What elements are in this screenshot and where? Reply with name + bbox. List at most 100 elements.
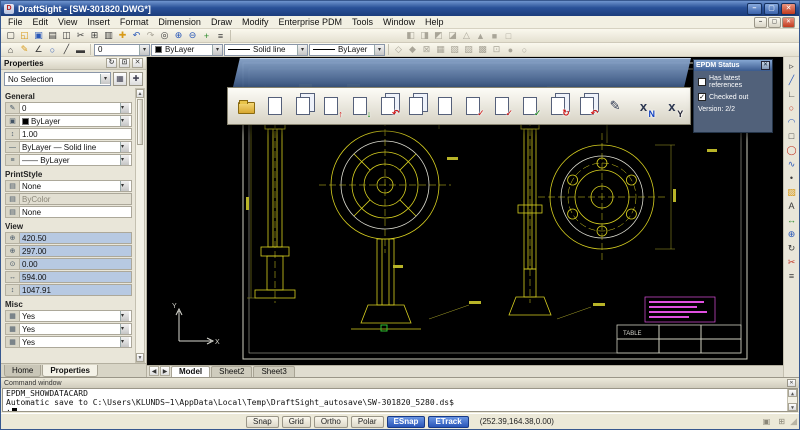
view-front-icon[interactable]: ▲ bbox=[474, 30, 487, 42]
command-scrollbar[interactable]: ▲ ▼ bbox=[787, 389, 797, 411]
include-icon[interactable]: x Y bbox=[659, 91, 684, 121]
panel-close-icon[interactable]: ✕ bbox=[132, 58, 143, 68]
view-hidden-icon[interactable]: ◩ bbox=[432, 30, 445, 42]
save-icon[interactable]: ▣ bbox=[32, 30, 45, 42]
layers-manager-icon[interactable]: ⌂ bbox=[4, 44, 17, 56]
menu-item[interactable]: Help bbox=[420, 17, 449, 27]
scroll-down-icon[interactable]: ▼ bbox=[788, 403, 797, 411]
line-style-combo[interactable]: Solid line bbox=[224, 44, 308, 56]
scrollbar-thumb[interactable] bbox=[137, 99, 143, 145]
command-window-titlebar[interactable]: Command window bbox=[1, 378, 799, 388]
refresh-file-icon[interactable]: ↻ bbox=[546, 91, 571, 121]
property-row[interactable]: ↕ 1047.91 bbox=[5, 284, 132, 296]
angle-tool-icon[interactable]: ∠ bbox=[32, 44, 45, 56]
move-icon[interactable]: ⊕ bbox=[785, 228, 798, 240]
copy-document-icon[interactable] bbox=[290, 91, 315, 121]
dropdown-arrow-icon[interactable] bbox=[120, 337, 129, 347]
property-row[interactable]: ▤ None bbox=[5, 180, 132, 192]
hatch-icon[interactable]: ▨ bbox=[785, 186, 798, 198]
spline-icon[interactable]: ∿ bbox=[785, 158, 798, 170]
properties-toggle-icon[interactable]: ≡ bbox=[214, 30, 227, 42]
open-icon[interactable]: ◱ bbox=[18, 30, 31, 42]
property-value-field[interactable]: 1.00 bbox=[20, 128, 132, 140]
command-close-button[interactable] bbox=[787, 379, 796, 387]
text-icon[interactable]: A bbox=[785, 200, 798, 212]
property-row[interactable]: ▤ None bbox=[5, 206, 132, 218]
layer-combo[interactable]: 0 bbox=[94, 44, 150, 56]
layer-edit-icon[interactable]: ✎ bbox=[18, 44, 31, 56]
property-value-field[interactable]: ByLayer — Solid line bbox=[20, 141, 132, 153]
etrack-toggle[interactable]: ETrack bbox=[428, 416, 468, 428]
menu-item[interactable]: Modify bbox=[237, 17, 274, 27]
property-value-field[interactable]: —— ByLayer bbox=[20, 154, 132, 166]
check-in-icon[interactable]: ↓ bbox=[347, 91, 372, 121]
scroll-down-icon[interactable]: ▼ bbox=[136, 353, 144, 362]
tool-dot-icon[interactable]: ● bbox=[504, 44, 517, 56]
tool-region-icon[interactable]: ⊠ bbox=[420, 44, 433, 56]
property-row[interactable]: ⊕ 420.50 bbox=[5, 232, 132, 244]
line-weight-combo[interactable]: ByLayer bbox=[309, 44, 385, 56]
view-shade-icon[interactable]: ◧ bbox=[404, 30, 417, 42]
property-value-field[interactable]: 0.00 bbox=[20, 258, 132, 270]
approve-icon[interactable]: ✓ bbox=[461, 91, 486, 121]
selection-combo[interactable]: No Selection bbox=[4, 72, 111, 86]
redo-icon[interactable]: ↷ bbox=[144, 30, 157, 42]
verify-icon[interactable]: ✓ bbox=[517, 91, 542, 121]
property-row[interactable]: ↔ 594.00 bbox=[5, 271, 132, 283]
tab-properties[interactable]: Properties bbox=[42, 365, 98, 377]
section-label-view[interactable]: View bbox=[5, 219, 132, 232]
ellipse-icon[interactable]: ◯ bbox=[785, 144, 798, 156]
tool-solid-diamond-icon[interactable]: ◆ bbox=[406, 44, 419, 56]
polar-toggle[interactable]: Polar bbox=[351, 416, 384, 428]
panel-refresh-icon[interactable]: ↻ bbox=[106, 58, 117, 68]
view-iso-icon[interactable]: ■ bbox=[488, 30, 501, 42]
property-row[interactable]: ✎ 0 bbox=[5, 102, 132, 114]
view-render-icon[interactable]: ◪ bbox=[446, 30, 459, 42]
section-label-misc[interactable]: Misc bbox=[5, 297, 132, 310]
ortho-toggle[interactable]: Ortho bbox=[314, 416, 348, 428]
undo-icon[interactable]: ↶ bbox=[130, 30, 143, 42]
circle-icon[interactable]: ○ bbox=[785, 102, 798, 114]
new-document-icon[interactable] bbox=[262, 91, 287, 121]
circle-style-icon[interactable]: ○ bbox=[46, 44, 59, 56]
property-row[interactable]: ▣ ByLayer bbox=[5, 115, 132, 127]
snap-toggle[interactable]: Snap bbox=[246, 416, 279, 428]
menu-item[interactable]: File bbox=[3, 17, 28, 27]
undo-check-out-icon[interactable]: ↶ bbox=[376, 91, 401, 121]
block-style-icon[interactable]: ▬ bbox=[74, 44, 87, 56]
dropdown-arrow-icon[interactable] bbox=[120, 324, 129, 334]
rotate-icon[interactable]: ↻ bbox=[785, 242, 798, 254]
property-row[interactable]: ⊕ 297.00 bbox=[5, 245, 132, 257]
dropdown-arrow-icon[interactable] bbox=[120, 142, 129, 152]
print-icon[interactable]: ▤ bbox=[46, 30, 59, 42]
minimize-button[interactable] bbox=[747, 3, 762, 15]
grid-toggle[interactable]: Grid bbox=[282, 416, 311, 428]
tool-grid-icon[interactable]: ▦ bbox=[434, 44, 447, 56]
view-box-icon[interactable]: □ bbox=[502, 30, 515, 42]
sheet-nav-right-icon[interactable]: ▶ bbox=[160, 366, 170, 376]
document-close-button[interactable] bbox=[782, 17, 795, 28]
menu-item[interactable]: Insert bbox=[82, 17, 115, 27]
property-row[interactable]: ⊙ 0.00 bbox=[5, 258, 132, 270]
maximize-button[interactable] bbox=[764, 3, 779, 15]
scroll-up-icon[interactable]: ▲ bbox=[788, 389, 797, 397]
new-icon[interactable]: ▢ bbox=[4, 30, 17, 42]
chevron-down-icon[interactable] bbox=[100, 74, 110, 84]
print-preview-icon[interactable]: ◫ bbox=[60, 30, 73, 42]
copy-icon[interactable]: ⊞ bbox=[88, 30, 101, 42]
get-latest-icon[interactable] bbox=[404, 91, 429, 121]
title-bar[interactable]: D DraftSight - [SW-301820.DWG*] bbox=[1, 1, 799, 16]
property-row[interactable]: ≡ —— ByLayer bbox=[5, 154, 132, 166]
esnap-toggle[interactable]: ESnap bbox=[387, 416, 426, 428]
dropdown-arrow-icon[interactable] bbox=[120, 155, 129, 165]
property-value-field[interactable]: Yes bbox=[20, 323, 132, 335]
property-value-field[interactable]: Yes bbox=[20, 336, 132, 348]
arc-icon[interactable]: ◠ bbox=[785, 116, 798, 128]
section-label-printstyle[interactable]: PrintStyle bbox=[5, 167, 132, 180]
property-row[interactable]: ▦ Yes bbox=[5, 323, 132, 335]
entity-list-icon[interactable]: ≡ bbox=[785, 270, 798, 282]
document-restore-button[interactable] bbox=[768, 17, 781, 28]
rollback-icon[interactable]: ↶ bbox=[574, 91, 599, 121]
tool-ring-icon[interactable]: ○ bbox=[518, 44, 531, 56]
chevron-down-icon[interactable] bbox=[374, 45, 384, 55]
